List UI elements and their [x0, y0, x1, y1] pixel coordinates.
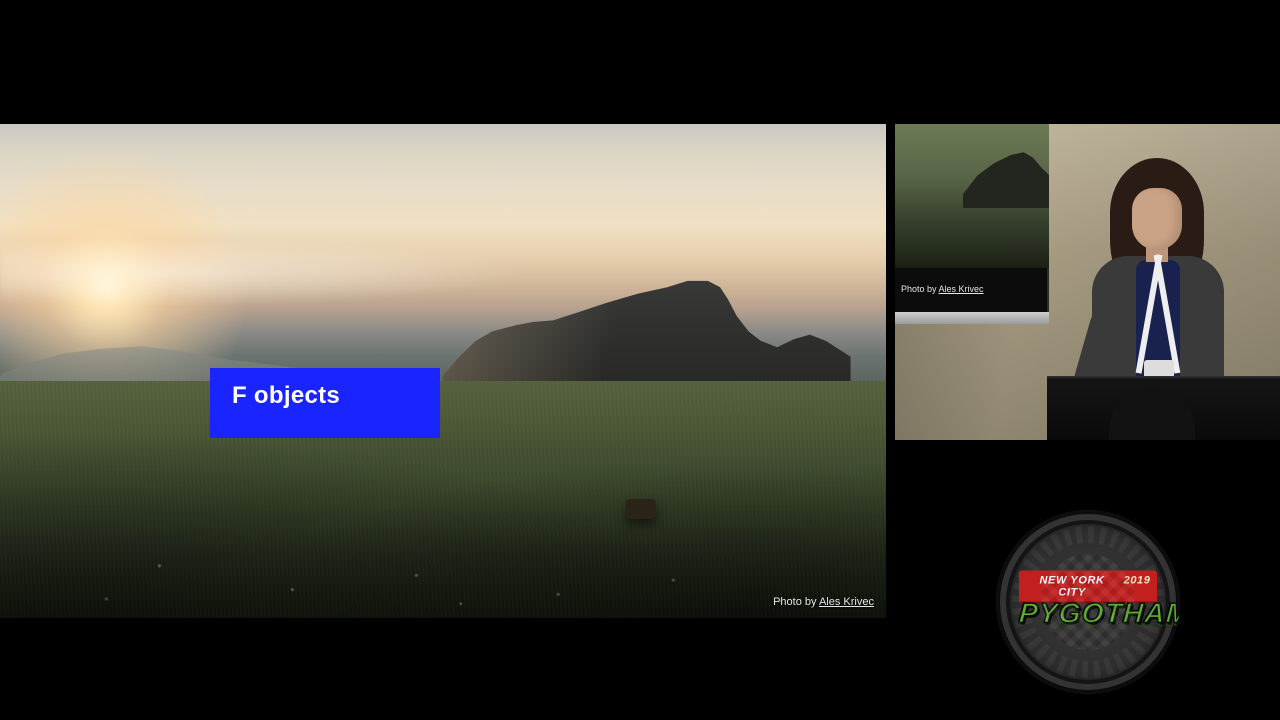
slide-title: F objects [232, 382, 340, 410]
event-year: 2019 [1124, 574, 1151, 598]
projector-screen-housing [895, 312, 1049, 324]
slide-stump [626, 499, 656, 519]
slide-photo-credit: Photo by Ales Krivec [773, 596, 874, 608]
speaker-camera-feed: Photo by Ales Krivec [895, 124, 1280, 440]
projector-credit-name: Ales Krivec [939, 284, 984, 294]
projector-screen: Photo by Ales Krivec [895, 124, 1049, 324]
event-city: NEW YORK CITY [1025, 574, 1120, 598]
credit-name: Ales Krivec [819, 596, 874, 608]
event-logo-area: NEW YORK CITY 2019 PYGOTHAM [895, 440, 1280, 720]
video-frame: F objects Photo by Ales Krivec Photo by … [0, 0, 1280, 720]
speaker-face [1132, 188, 1182, 250]
slide-clouds [0, 238, 532, 307]
slide-title-box: F objects [210, 368, 440, 438]
event-logo: NEW YORK CITY 2019 PYGOTHAM [1019, 570, 1157, 627]
presentation-slide: F objects Photo by Ales Krivec [0, 124, 886, 618]
event-name: PYGOTHAM [1018, 599, 1158, 627]
slide-grass-texture [0, 381, 886, 618]
event-logo-background: NEW YORK CITY 2019 PYGOTHAM [996, 510, 1180, 694]
credit-prefix: Photo by [773, 596, 819, 608]
projector-photo-credit: Photo by Ales Krivec [901, 284, 984, 294]
projector-credit-prefix: Photo by [901, 284, 939, 294]
